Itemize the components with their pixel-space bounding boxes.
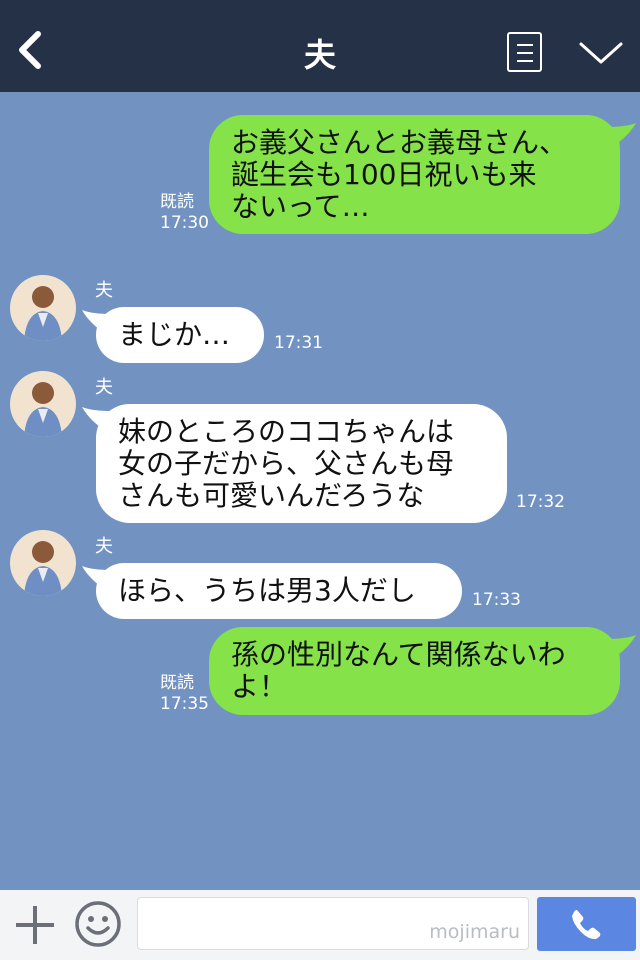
read-receipt: 既読 17:35 (160, 673, 209, 714)
smiley-icon[interactable] (74, 900, 122, 948)
call-button[interactable] (537, 897, 636, 951)
message-time: 17:31 (274, 333, 323, 353)
sender-name: 夫 (95, 377, 113, 398)
message-list[interactable]: 既読 17:30 お義父さんとお義母さん、 誕生会も100日祝いも来 ないって…… (0, 92, 640, 890)
menu-list-icon[interactable] (507, 32, 542, 72)
avatar[interactable] (10, 530, 76, 596)
plus-icon[interactable] (14, 904, 56, 946)
my-message-bubble[interactable]: 孫の性別なんて関係ないわ よ！ (209, 627, 620, 715)
avatar[interactable] (10, 371, 76, 437)
sender-name: 夫 (95, 280, 113, 301)
read-receipt: 既読 17:30 (160, 192, 209, 233)
message-time: 17:33 (472, 590, 521, 610)
sender-name: 夫 (95, 536, 113, 557)
watermark: mojimaru (429, 921, 520, 943)
chevron-down-icon[interactable] (578, 38, 624, 68)
avatar[interactable] (10, 275, 76, 341)
their-message-bubble[interactable]: ほら、うちは男3人だし (96, 563, 462, 619)
message-input[interactable]: mojimaru (137, 897, 529, 950)
phone-icon (572, 910, 601, 940)
message-time: 17:30 (160, 213, 209, 233)
their-message-bubble[interactable]: 妹のところのココちゃんは 女の子だから、父さんも母 さんも可愛いんだろうな (96, 404, 507, 523)
bubble-tail (606, 635, 636, 659)
message-composer: mojimaru (0, 890, 640, 960)
chat-header: 夫 (0, 0, 640, 92)
message-time: 17:35 (160, 694, 209, 714)
bubble-tail (606, 123, 636, 147)
my-message-bubble[interactable]: お義父さんとお義母さん、 誕生会も100日祝いも来 ないって… (209, 115, 620, 234)
message-time: 17:32 (516, 492, 565, 512)
their-message-bubble[interactable]: まじか… (96, 307, 264, 363)
chat-title: 夫 (303, 36, 336, 74)
